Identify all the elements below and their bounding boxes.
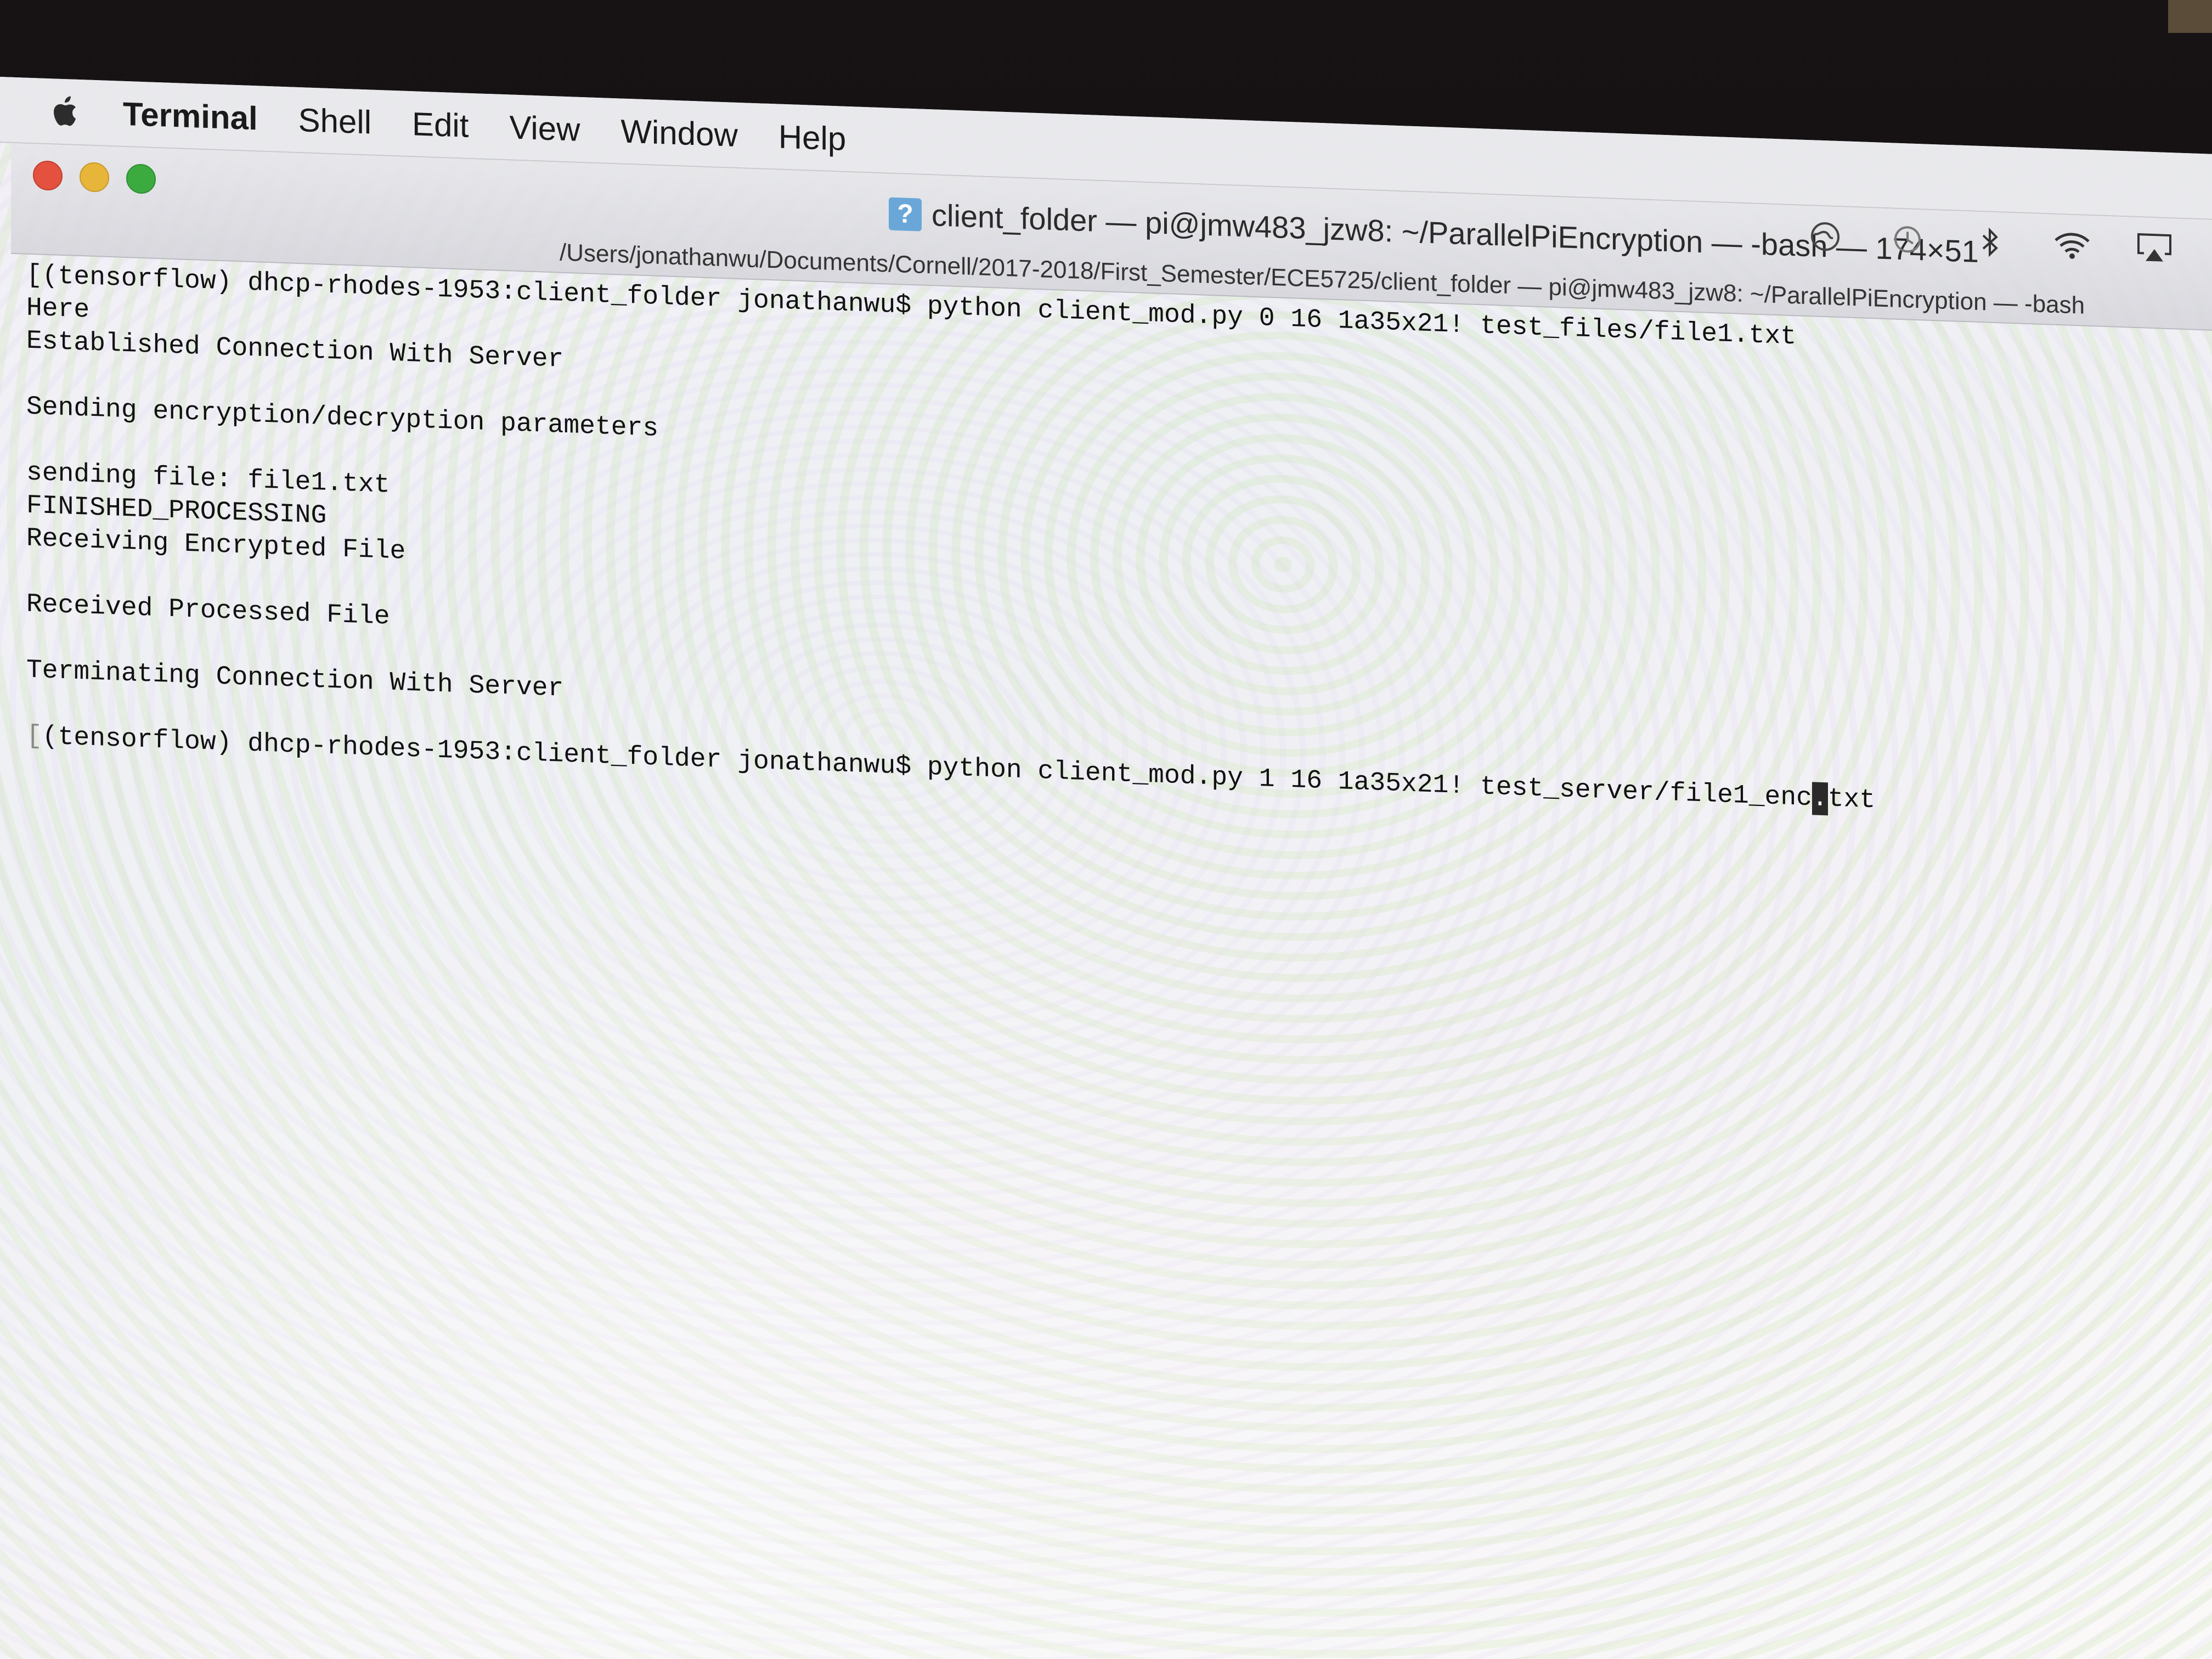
airplay-icon[interactable] (2135, 228, 2174, 268)
apple-icon[interactable] (49, 92, 82, 131)
menu-window[interactable]: Window (620, 112, 737, 154)
bezel-highlight (2168, 0, 2212, 33)
text-cursor: . (1812, 782, 1828, 816)
current-command-suffix: txt (1827, 784, 1876, 816)
terminal-window: ? client_folder — pi@jmw483_jzw8: ~/Para… (11, 143, 2212, 1659)
zoom-button[interactable] (126, 163, 156, 194)
laptop-screen: Terminal Shell Edit View Window Help ? c… (0, 77, 2212, 1659)
menu-help[interactable]: Help (778, 117, 846, 157)
prompt-bracket: [ (26, 260, 42, 291)
prompt-bracket: [ (26, 721, 42, 752)
wifi-icon[interactable] (2053, 225, 2091, 265)
close-button[interactable] (33, 160, 63, 191)
bluetooth-icon[interactable] (1971, 222, 2009, 262)
menu-edit[interactable]: Edit (412, 105, 469, 145)
terminal-output[interactable]: [(tensorflow) dhcp-rhodes-1953:client_fo… (26, 259, 2199, 1659)
folder-icon: ? (889, 197, 922, 232)
minimize-button[interactable] (80, 162, 109, 193)
menu-view[interactable]: View (509, 108, 580, 149)
menu-app-terminal[interactable]: Terminal (123, 94, 258, 137)
globe-icon[interactable] (1806, 217, 1844, 256)
menu-shell[interactable]: Shell (298, 100, 371, 141)
time-machine-icon[interactable] (1888, 219, 1927, 259)
photo-scene: Terminal Shell Edit View Window Help ? c… (0, 0, 2212, 1659)
